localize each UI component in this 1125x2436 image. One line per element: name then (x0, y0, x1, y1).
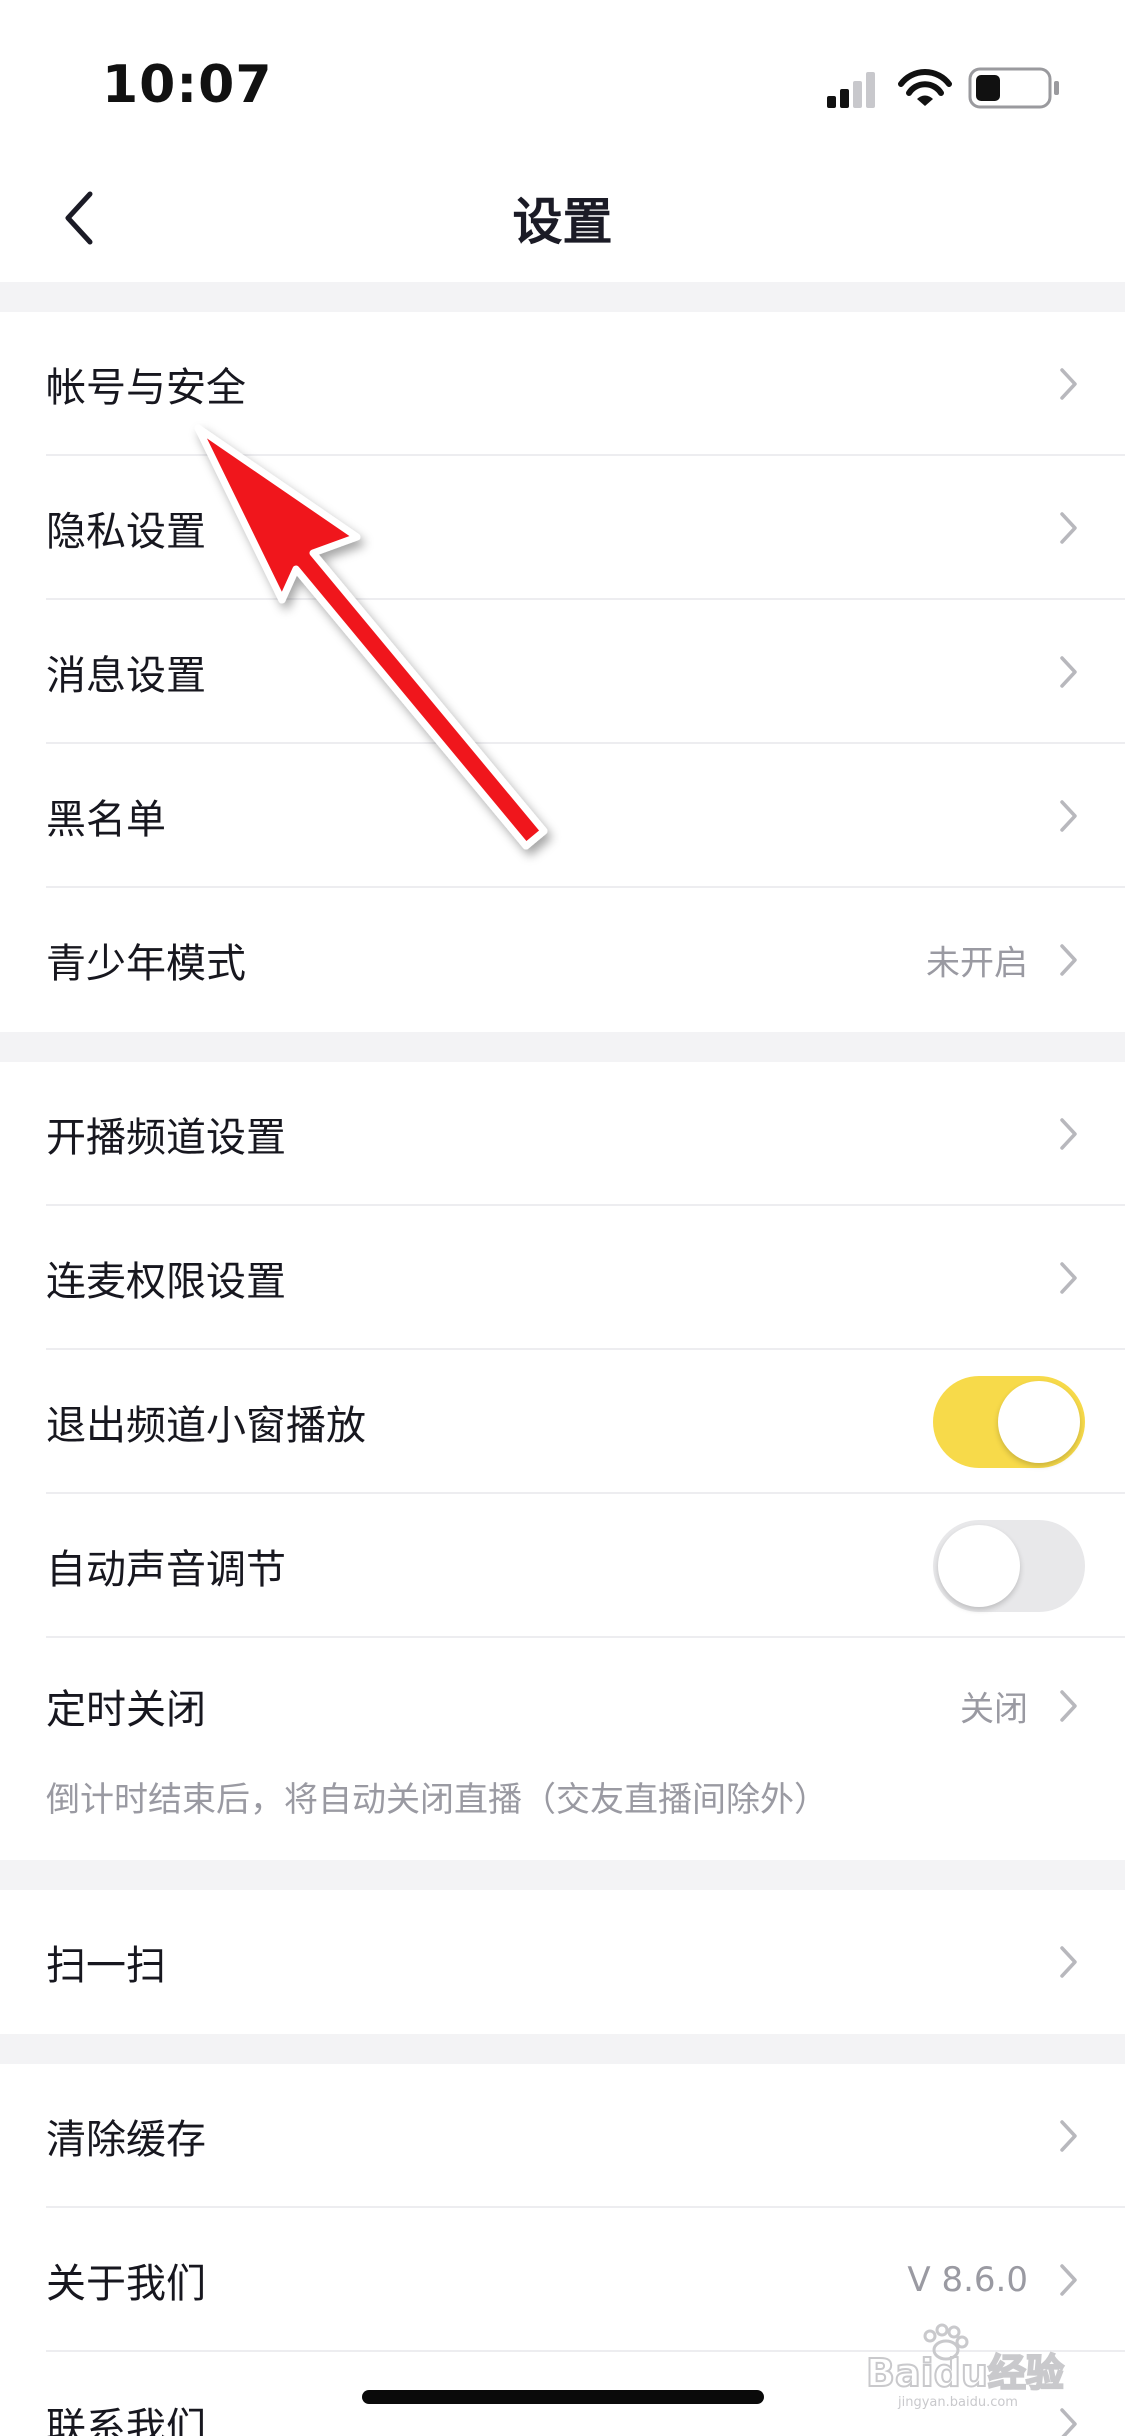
wifi-icon (898, 69, 952, 106)
settings-item-co-host-permission[interactable]: 连麦权限设置 (0, 1206, 1125, 1350)
status-icons (827, 67, 1059, 109)
auto-volume-toggle[interactable] (933, 1520, 1085, 1612)
settings-item-account-security[interactable]: 帐号与安全 (0, 312, 1125, 456)
chevron-right-icon (1060, 1118, 1077, 1150)
settings-item-label: 退出频道小窗播放 (46, 1403, 366, 1449)
settings-item-value: V 8.6.0 (907, 2260, 1028, 2300)
settings-item-privacy[interactable]: 隐私设置 (0, 456, 1125, 600)
settings-item-label: 自动声音调节 (46, 1547, 286, 1593)
settings-item-value: 未开启 (926, 943, 1028, 984)
svg-text:jingyan.baidu.com: jingyan.baidu.com (897, 2395, 1018, 2410)
nav-bar: 设置 (0, 150, 1125, 282)
chevron-right-icon (1060, 368, 1077, 400)
section-gap (0, 282, 1125, 312)
chevron-right-icon (1060, 1262, 1077, 1294)
settings-item-label: 联系我们 (46, 2405, 206, 2436)
settings-item-scan[interactable]: 扫一扫 (0, 1890, 1125, 2034)
chevron-right-icon (1060, 2264, 1077, 2296)
settings-item-mini-window: 退出频道小窗播放 (0, 1350, 1125, 1494)
settings-item-clear-cache[interactable]: 清除缓存 (0, 2064, 1125, 2208)
settings-item-description: 倒计时结束后，将自动关闭直播（交友直播间除外） (46, 1780, 828, 1820)
status-time: 10:07 (102, 55, 273, 115)
section-gap (0, 1860, 1125, 1890)
svg-text:Baidu经验: Baidu经验 (866, 2351, 1064, 2395)
chevron-right-icon (1060, 1946, 1077, 1978)
section-gap (0, 2034, 1125, 2064)
toggle-knob (938, 1525, 1020, 1607)
toggle-knob (998, 1381, 1080, 1463)
settings-item-messages[interactable]: 消息设置 (0, 600, 1125, 744)
settings-item-label: 清除缓存 (46, 2117, 206, 2163)
settings-item-label: 帐号与安全 (46, 365, 246, 411)
chevron-right-icon (1060, 944, 1077, 976)
chevron-right-icon (1060, 1690, 1077, 1722)
settings-item-label: 连麦权限设置 (46, 1259, 286, 1305)
baidu-watermark-logo: Baidu经验 jingyan.baidu.com (865, 2323, 1065, 2410)
battery-icon (968, 67, 1059, 109)
chevron-right-icon (1060, 2120, 1077, 2152)
chevron-right-icon (1060, 512, 1077, 544)
status-bar: 10:07 (0, 0, 1125, 150)
section-gap (0, 1032, 1125, 1062)
chevron-right-icon (1060, 656, 1077, 688)
settings-item-auto-volume: 自动声音调节 (0, 1494, 1125, 1638)
settings-item-label: 扫一扫 (46, 1943, 166, 1989)
chevron-right-icon (1060, 800, 1077, 832)
settings-item-label: 开播频道设置 (46, 1115, 286, 1161)
settings-item-label: 黑名单 (46, 797, 166, 843)
settings-item-label: 隐私设置 (46, 509, 206, 555)
home-indicator[interactable] (362, 2390, 764, 2404)
cellular-signal-icon (827, 72, 875, 108)
settings-item-teen-mode[interactable]: 青少年模式 未开启 (0, 888, 1125, 1032)
settings-item-value: 关闭 (960, 1689, 1028, 1730)
settings-item-blacklist[interactable]: 黑名单 (0, 744, 1125, 888)
settings-item-label: 青少年模式 (46, 941, 246, 987)
settings-item-channel-broadcast[interactable]: 开播频道设置 (0, 1062, 1125, 1206)
settings-item-timer-close[interactable]: 定时关闭 关闭 倒计时结束后，将自动关闭直播（交友直播间除外） (0, 1638, 1125, 1860)
mini-window-toggle[interactable] (933, 1376, 1085, 1468)
settings-item-label: 消息设置 (46, 653, 206, 699)
settings-item-label: 关于我们 (46, 2261, 206, 2307)
page-title: 设置 (512, 193, 613, 251)
settings-item-label: 定时关闭 (46, 1687, 206, 1733)
